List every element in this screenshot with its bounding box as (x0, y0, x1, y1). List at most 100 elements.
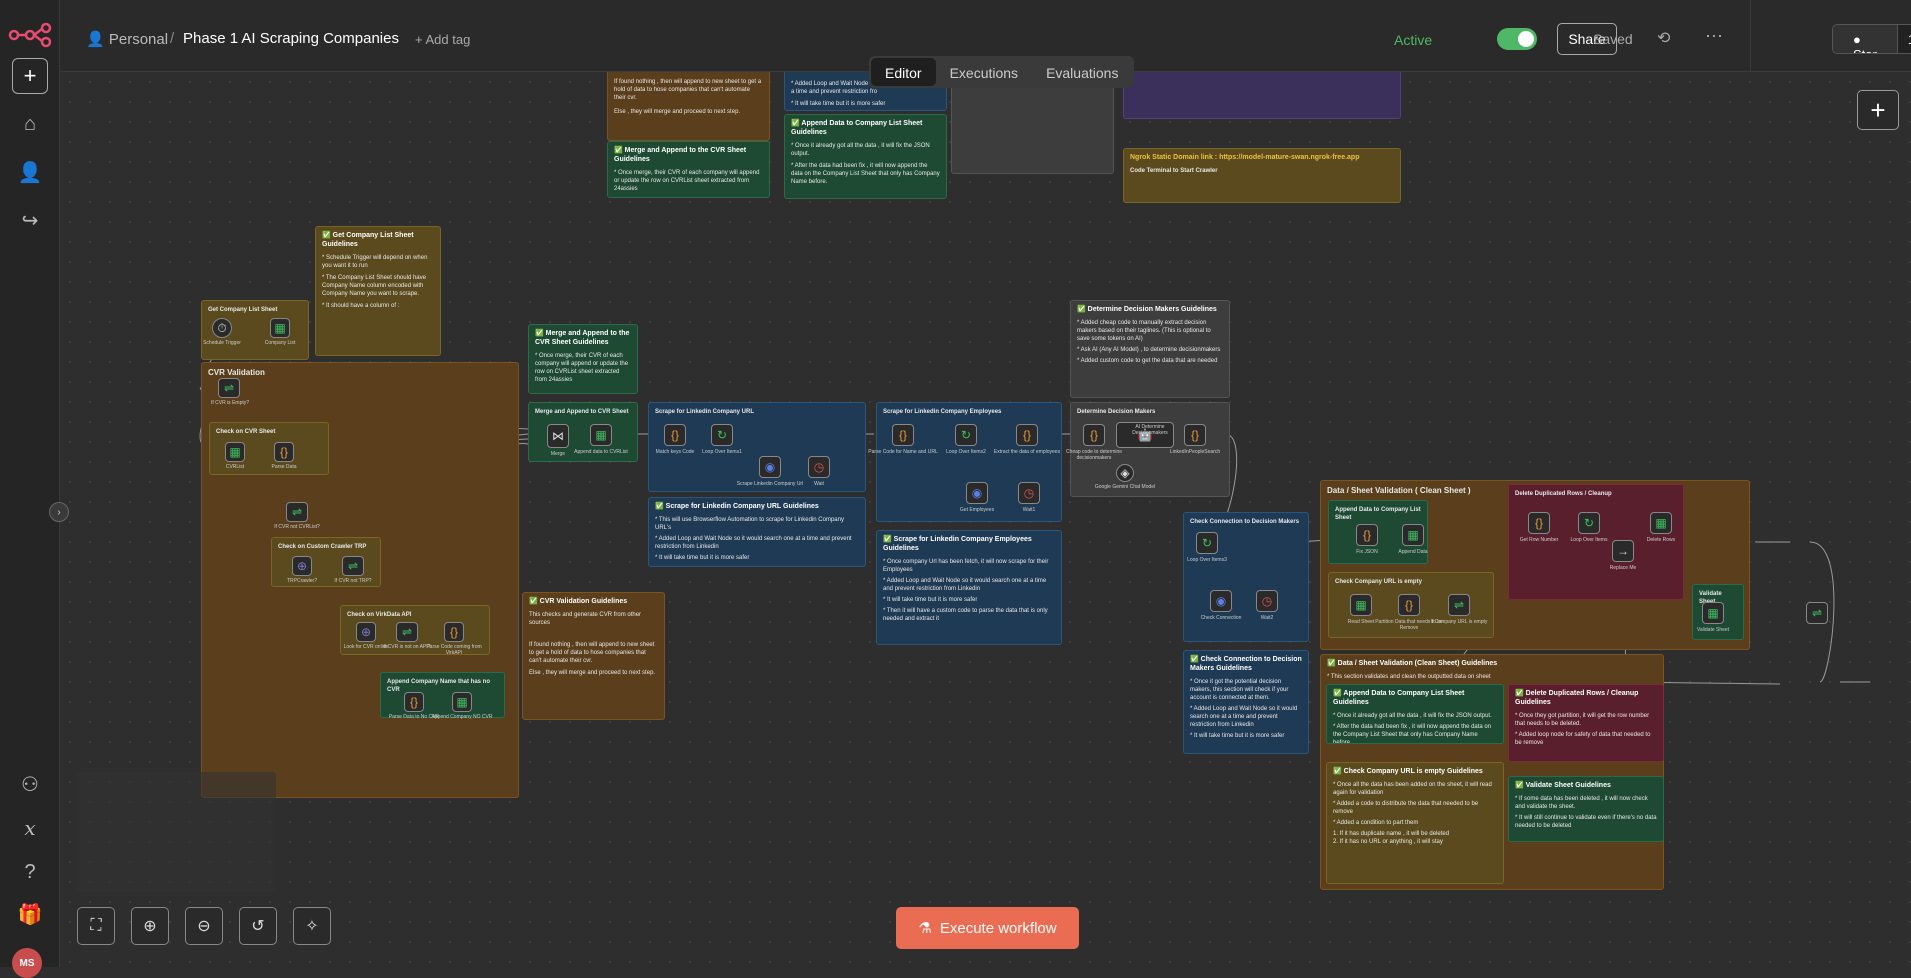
code-node[interactable]: {} (1184, 424, 1206, 446)
code-node[interactable]: {} (444, 622, 464, 642)
code-node[interactable]: {} (892, 424, 914, 446)
wait-node[interactable]: ◷ (808, 456, 830, 478)
owner-breadcrumb[interactable]: 👤 Personal (86, 30, 168, 48)
sticky-top-merge-append[interactable]: ✅ Merge and Append to the CVR Sheet Guid… (607, 141, 770, 198)
parse-data-node[interactable]: {} (274, 442, 294, 462)
sticky-get-company-guidelines[interactable]: ✅ Get Company List Sheet Guidelines * Sc… (315, 226, 441, 356)
sticky-top-purple[interactable] (1123, 72, 1401, 119)
sheet-node[interactable]: ▦ (1650, 512, 1672, 534)
user-icon[interactable]: 👤 (12, 154, 48, 190)
sticky-check-url-guidelines[interactable]: ✅ Check Company URL is empty Guidelines … (1326, 762, 1504, 884)
zoom-in-button[interactable]: ⊕ (131, 907, 169, 945)
sheet-node[interactable]: ▦ (1350, 594, 1372, 616)
active-toggle[interactable] (1497, 28, 1537, 50)
browserflow-node[interactable]: ◉ (966, 482, 988, 504)
add-node-button[interactable]: + (1857, 90, 1899, 130)
help-icon[interactable]: ? (12, 854, 48, 890)
if-node[interactable]: ⇌ (1448, 594, 1470, 616)
zoom-out-button[interactable]: ⊖ (185, 907, 223, 945)
sheet-node[interactable]: ▦ (1702, 602, 1724, 624)
wait-node[interactable]: ◷ (1256, 590, 1278, 612)
sticky-scrape-employees-guidelines[interactable]: ✅ Scrape for Linkedin Company Employees … (876, 530, 1062, 645)
fit-view-button[interactable]: ⛶ (77, 907, 115, 945)
if-node[interactable]: ⇌ (218, 378, 240, 398)
code-node[interactable]: {} (664, 424, 686, 446)
loop-node[interactable]: ↻ (955, 424, 977, 446)
sheet-node[interactable]: ▦ (590, 424, 612, 446)
gemini-model-node[interactable]: ◈ (1116, 464, 1134, 482)
sheet-node[interactable]: ▦ (452, 692, 472, 712)
sticky-text: * Added loop node for safety of data tha… (1515, 731, 1651, 746)
loop-node[interactable]: ↻ (1578, 512, 1600, 534)
sticky-delete-dup-guidelines[interactable]: ✅ Delete Duplicated Rows / Cleanup Guide… (1508, 684, 1664, 762)
http-request-node[interactable]: ⊕ (356, 622, 376, 642)
wait-node[interactable]: ◷ (1018, 482, 1040, 504)
chevron-right-icon[interactable]: › (49, 502, 69, 522)
sticky-check-connection-guidelines[interactable]: ✅ Check Connection to Decision Makers Gu… (1183, 650, 1309, 754)
sticky-title: ✅ Delete Duplicated Rows / Cleanup Guide… (1515, 690, 1639, 706)
group-scrape-employees[interactable]: Scrape for Linkedin Company Employees (876, 402, 1062, 522)
node-label: Append data to CVRList (574, 449, 628, 455)
execute-workflow-button[interactable]: ⚗ Execute workflow (896, 907, 1079, 949)
gift-icon[interactable]: 🎁 (12, 896, 48, 932)
company-list-node[interactable]: ▦ (270, 318, 290, 338)
code-node[interactable]: {} (1356, 524, 1378, 546)
sheet-node[interactable]: ▦ (1402, 524, 1424, 546)
loop-node[interactable]: ↻ (1196, 532, 1218, 554)
avatar[interactable]: MS (12, 948, 42, 978)
browserflow-node[interactable]: ◉ (759, 456, 781, 478)
sticky-text: Else , they will merge and proceed to ne… (529, 670, 656, 677)
reset-zoom-button[interactable]: ↺ (239, 907, 277, 945)
share-arrow-icon[interactable]: ↪ (12, 202, 48, 238)
sticky-decision-guidelines[interactable]: ✅ Determine Decision Makers Guidelines *… (1070, 300, 1230, 398)
noop-node[interactable]: → (1612, 540, 1634, 562)
sticky-ngrok[interactable]: Ngrok Static Domain link : https://model… (1123, 148, 1401, 203)
github-star-button[interactable]: ● Star 123,772 (1832, 24, 1911, 54)
sticky-append-list-guidelines[interactable]: ✅ Append Data to Company List Sheet Guid… (1326, 684, 1504, 744)
code-node[interactable]: {} (1083, 424, 1105, 446)
schedule-trigger-node[interactable]: ⏱ (212, 318, 232, 338)
sticky-top-append-company[interactable]: ✅ Append Data to Company List Sheet Guid… (784, 114, 947, 199)
tab-editor[interactable]: Editor (871, 58, 936, 86)
sticky-cvr-validation-guidelines[interactable]: ✅ CVR Validation Guidelines This checks … (522, 592, 665, 720)
sticky-scrape-url-guidelines[interactable]: ✅ Scrape for Linkedin Company URL Guidel… (648, 497, 866, 567)
cvrlist-node[interactable]: ▦ (225, 442, 245, 462)
tab-evaluations[interactable]: Evaluations (1032, 58, 1132, 86)
code-node[interactable]: {} (1528, 512, 1550, 534)
n8n-logo-icon[interactable] (8, 22, 52, 48)
plus-icon[interactable]: + (12, 58, 48, 94)
minimap[interactable] (76, 772, 276, 892)
if-node[interactable]: ⇌ (396, 622, 418, 642)
plus-icon: + (1870, 94, 1886, 125)
sticky-top-cvr-fallback[interactable]: If found nothing , then will append to n… (607, 72, 770, 141)
sticky-text: * Once it got the potential decision mak… (1190, 678, 1289, 701)
sticky-merge-append-guidelines[interactable]: ✅ Merge and Append to the CVR Sheet Guid… (528, 324, 638, 394)
code-node[interactable]: {} (1016, 424, 1038, 446)
more-horizontal-icon[interactable]: ⋯ (1705, 26, 1723, 47)
home-icon[interactable]: ⌂ (12, 106, 48, 142)
if-node[interactable]: ⇌ (1806, 602, 1828, 624)
undo-icon: ↺ (251, 918, 265, 935)
if-node[interactable]: ⇌ (286, 502, 308, 522)
tab-executions[interactable]: Executions (936, 58, 1032, 86)
group-title: Check on CVR Sheet (216, 429, 276, 435)
merge-node[interactable]: ⋈ (547, 424, 569, 448)
sticky-validate-guidelines[interactable]: ✅ Validate Sheet Guidelines * If some da… (1508, 776, 1664, 842)
workflow-canvas[interactable]: If found nothing , then will append to n… (60, 72, 1911, 967)
loop-node[interactable]: ↻ (711, 424, 733, 446)
node-label: Loop Over Items1 (702, 449, 742, 455)
history-icon[interactable]: ⟲ (1657, 28, 1670, 48)
code-node[interactable]: {} (404, 692, 424, 712)
node-label: Cheap code to determine decisionmakers (1065, 449, 1123, 461)
group-append-no-cvr[interactable]: Append Company Name that has no CVR (380, 672, 505, 718)
browserflow-node[interactable]: ◉ (1210, 590, 1232, 612)
if-node[interactable]: ⇌ (342, 556, 364, 576)
add-tag-button[interactable]: + Add tag (415, 32, 470, 47)
code-node[interactable]: {} (1398, 594, 1420, 616)
templates-icon[interactable]: ⚇ (12, 766, 48, 802)
workflow-title[interactable]: Phase 1 AI Scraping Companies (183, 30, 399, 47)
trp-crawler-node[interactable]: ⊕ (292, 556, 312, 576)
group-scrape-url[interactable]: Scrape for Linkedin Company URL (648, 402, 866, 492)
variables-icon[interactable]: 𝑥 (12, 810, 48, 846)
tidy-up-button[interactable]: ✧ (293, 907, 331, 945)
